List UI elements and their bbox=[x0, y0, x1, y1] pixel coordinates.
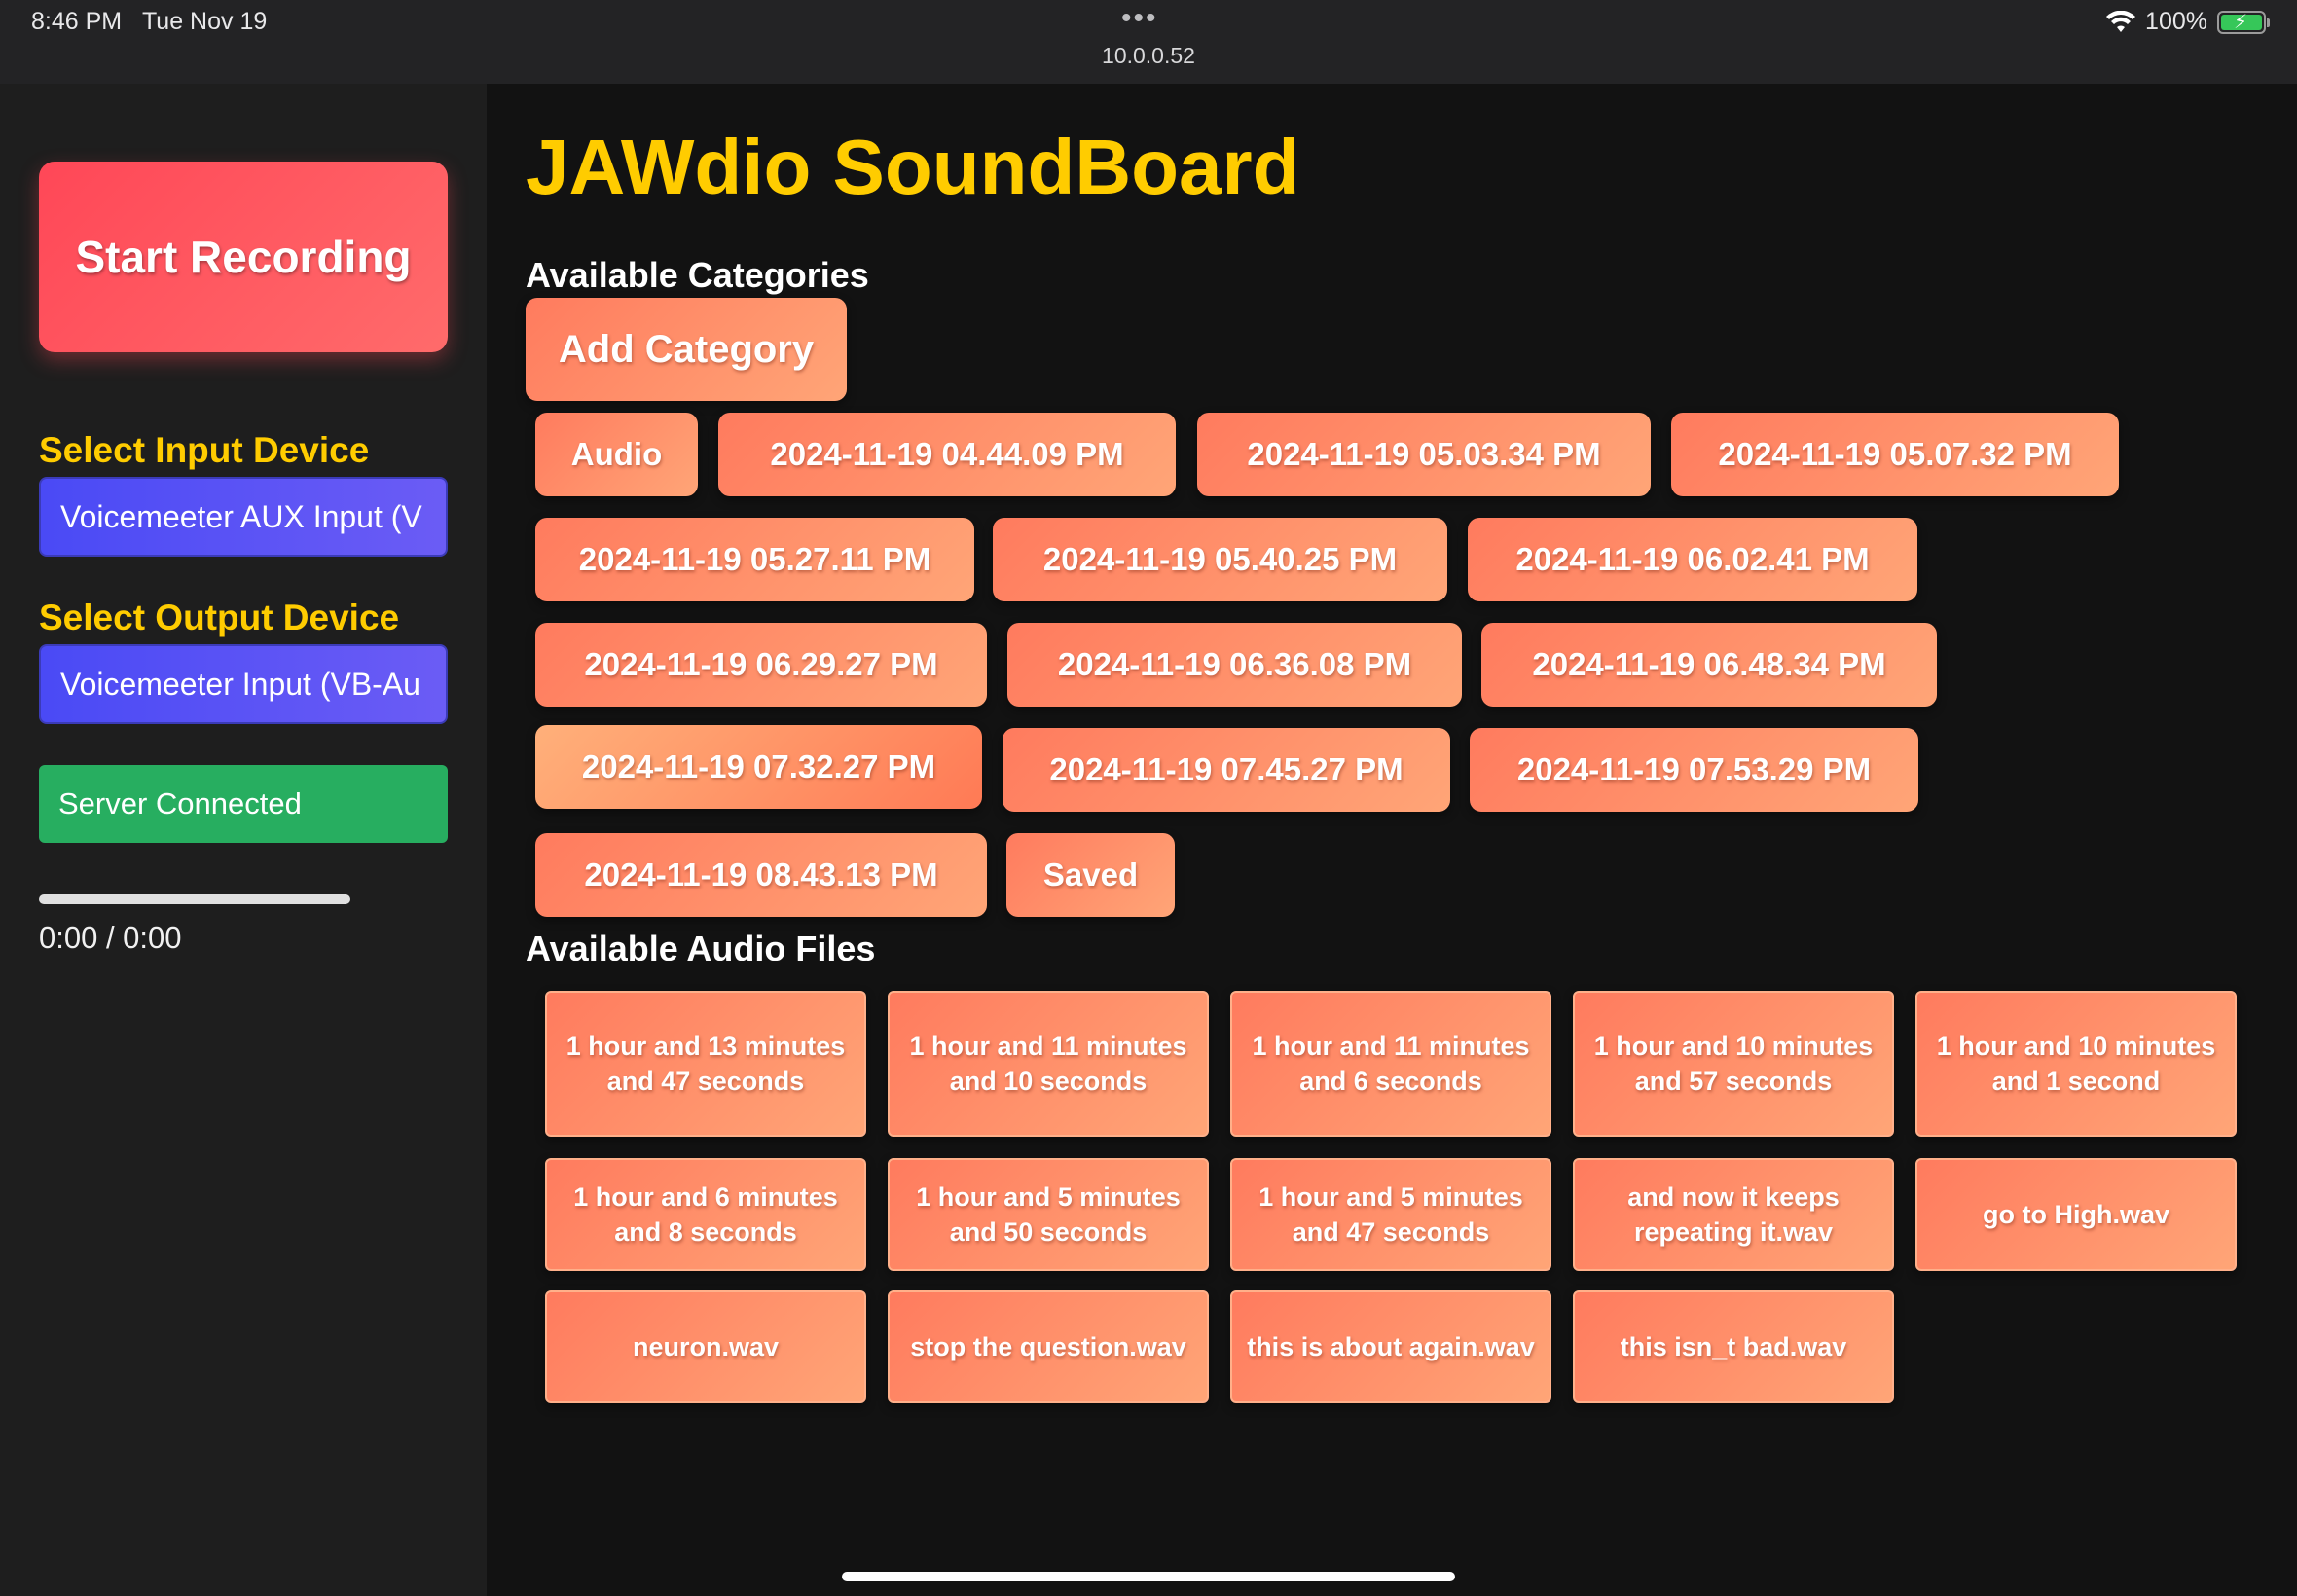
output-device-label: Select Output Device bbox=[39, 598, 400, 637]
add-category-button[interactable]: Add Category bbox=[526, 298, 847, 401]
category-button[interactable]: 2024-11-19 08.43.13 PM bbox=[535, 833, 987, 917]
status-date: Tue Nov 19 bbox=[141, 8, 268, 35]
audio-file-button[interactable]: and now it keeps repeating it.wav bbox=[1573, 1158, 1894, 1271]
category-button[interactable]: 2024-11-19 06.29.27 PM bbox=[535, 623, 987, 707]
output-device-select[interactable]: Voicemeeter Input (VB-Au bbox=[39, 644, 448, 724]
sidebar: Start Recording Select Input Device Voic… bbox=[0, 84, 487, 1596]
more-dots-icon[interactable]: ••• bbox=[1121, 2, 1158, 35]
category-button[interactable]: 2024-11-19 06.48.34 PM bbox=[1481, 623, 1937, 707]
status-time-date: 8:46 PM Tue Nov 19 bbox=[31, 8, 267, 36]
category-button[interactable]: 2024-11-19 05.40.25 PM bbox=[993, 518, 1447, 601]
main-content: JAWdio SoundBoard Available Categories A… bbox=[487, 84, 2297, 1596]
input-device-select[interactable]: Voicemeeter AUX Input (V bbox=[39, 477, 448, 557]
page-title: JAWdio SoundBoard bbox=[526, 124, 1300, 210]
playback-time: 0:00 / 0:00 bbox=[39, 921, 182, 955]
audio-file-button[interactable]: 1 hour and 11 minutes and 10 seconds bbox=[888, 991, 1209, 1137]
audio-file-button[interactable]: this is about again.wav bbox=[1230, 1290, 1551, 1403]
category-button[interactable]: Audio bbox=[535, 413, 698, 496]
wifi-icon bbox=[2106, 10, 2136, 32]
address-url[interactable]: 10.0.0.52 bbox=[0, 43, 2297, 69]
category-button[interactable]: 2024-11-19 07.53.29 PM bbox=[1470, 728, 1918, 812]
playback-progress-bar[interactable] bbox=[39, 894, 350, 904]
category-button[interactable]: 2024-11-19 07.32.27 PM bbox=[535, 725, 982, 809]
status-time: 8:46 PM bbox=[31, 8, 123, 35]
audio-file-button[interactable]: stop the question.wav bbox=[888, 1290, 1209, 1403]
category-button[interactable]: 2024-11-19 06.02.41 PM bbox=[1468, 518, 1917, 601]
status-bar: 8:46 PM Tue Nov 19 ••• 10.0.0.52 100% ⚡ bbox=[0, 0, 2297, 84]
audio-file-button[interactable]: 1 hour and 6 minutes and 8 seconds bbox=[545, 1158, 866, 1271]
audio-files-heading: Available Audio Files bbox=[526, 928, 876, 968]
audio-file-button[interactable]: 1 hour and 10 minutes and 1 second bbox=[1915, 991, 2237, 1137]
home-indicator bbox=[842, 1572, 1455, 1581]
audio-file-button[interactable]: 1 hour and 11 minutes and 6 seconds bbox=[1230, 991, 1551, 1137]
input-device-label: Select Input Device bbox=[39, 430, 370, 470]
battery-percent: 100% bbox=[2145, 8, 2207, 35]
audio-file-button[interactable]: 1 hour and 5 minutes and 47 seconds bbox=[1230, 1158, 1551, 1271]
category-button[interactable]: 2024-11-19 05.03.34 PM bbox=[1197, 413, 1651, 496]
category-button[interactable]: 2024-11-19 05.27.11 PM bbox=[535, 518, 974, 601]
audio-file-button[interactable]: go to High.wav bbox=[1915, 1158, 2237, 1271]
category-button[interactable]: 2024-11-19 05.07.32 PM bbox=[1671, 413, 2119, 496]
categories-heading: Available Categories bbox=[526, 255, 869, 295]
start-recording-button[interactable]: Start Recording bbox=[39, 162, 448, 352]
audio-file-button[interactable]: this isn_t bad.wav bbox=[1573, 1290, 1894, 1403]
audio-file-button[interactable]: 1 hour and 5 minutes and 50 seconds bbox=[888, 1158, 1209, 1271]
category-button[interactable]: 2024-11-19 07.45.27 PM bbox=[1003, 728, 1450, 812]
status-right: 100% ⚡ bbox=[2106, 8, 2270, 36]
category-button[interactable]: 2024-11-19 06.36.08 PM bbox=[1007, 623, 1462, 707]
audio-file-button[interactable]: neuron.wav bbox=[545, 1290, 866, 1403]
charging-bolt-icon: ⚡ bbox=[2234, 11, 2248, 33]
server-status-badge: Server Connected bbox=[39, 765, 448, 843]
audio-file-button[interactable]: 1 hour and 13 minutes and 47 seconds bbox=[545, 991, 866, 1137]
battery-icon: ⚡ bbox=[2217, 10, 2270, 34]
category-button[interactable]: 2024-11-19 04.44.09 PM bbox=[718, 413, 1176, 496]
category-button[interactable]: Saved bbox=[1006, 833, 1175, 917]
audio-file-button[interactable]: 1 hour and 10 minutes and 57 seconds bbox=[1573, 991, 1894, 1137]
